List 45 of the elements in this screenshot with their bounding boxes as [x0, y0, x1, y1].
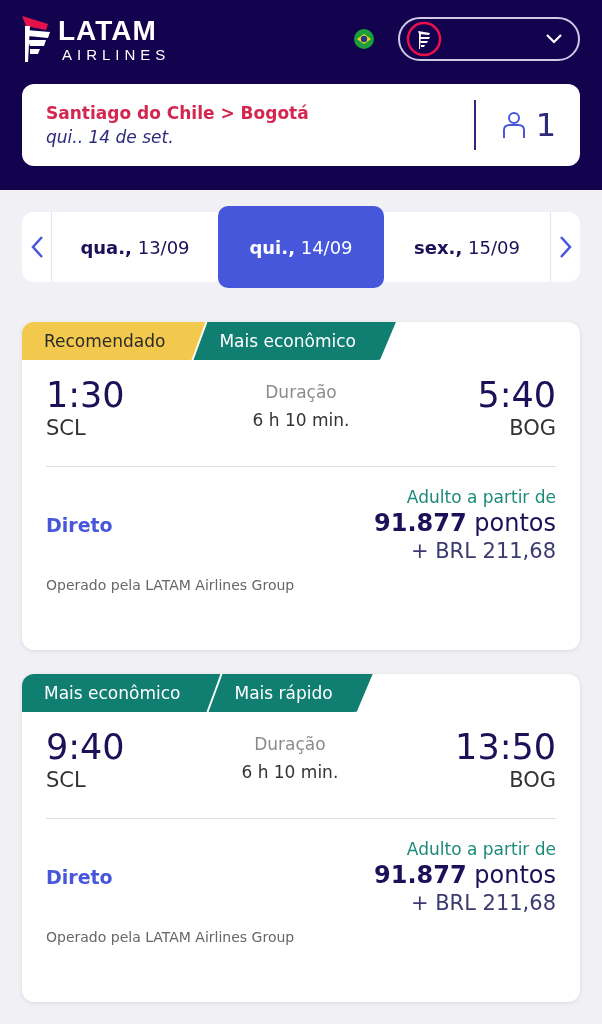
avatar-icon	[406, 21, 442, 57]
points-price: 91.877 pontos	[374, 509, 556, 537]
date-tab[interactable]: sex., 15/09	[384, 212, 550, 282]
flight-tag: Mais econômico	[22, 674, 221, 712]
stops-text: Direto	[46, 514, 113, 536]
date-tab[interactable]: qui., 14/09	[218, 206, 384, 288]
search-summary-card[interactable]: Santiago do Chile > Bogotá qui.. 14 de set. 1	[22, 84, 580, 166]
departure-airport: SCL	[46, 416, 87, 440]
operator-text: Operado pela LATAM Airlines Group	[46, 929, 296, 945]
arrival-airport: BOG	[509, 416, 556, 440]
departure-airport: SCL	[46, 768, 87, 792]
chevron-left-icon	[29, 235, 44, 259]
fare-label: Adulto a partir de	[406, 487, 556, 507]
passenger-count: 1	[535, 106, 556, 144]
date-text: qui.. 14 de set.	[46, 127, 175, 147]
person-icon	[501, 111, 526, 139]
logo-subtext: AIRLINES	[61, 45, 171, 63]
fee-price: + BRL 211,68	[410, 891, 556, 915]
stops-text: Direto	[46, 866, 113, 888]
flight-card[interactable]: Mais econômico Mais rápido 9:40 SCL Duração 6 h 10 min. 13:50 BOG Direto Adulto a partir de 91.877 pontos + BRL 211,68 Operado pela LATAM Airlines Group	[22, 674, 580, 1002]
flight-tag: Mais rápido	[208, 674, 373, 712]
logo-icon	[22, 16, 52, 62]
chevron-right-icon	[558, 235, 573, 259]
flag-icon[interactable]	[354, 29, 374, 49]
account-dropdown[interactable]	[398, 17, 580, 61]
duration-label: Duração	[254, 734, 326, 754]
fee-price: + BRL 211,68	[410, 539, 556, 563]
chevron-down-icon	[546, 34, 562, 44]
fare-label: Adulto a partir de	[406, 839, 556, 859]
duration-label: Duração	[265, 382, 337, 402]
arrival-airport: BOG	[509, 768, 556, 792]
departure-time: 9:40	[46, 726, 125, 768]
arrival-time: 5:40	[477, 374, 556, 416]
logo-text: LATAM	[58, 15, 158, 46]
operator-text: Operado pela LATAM Airlines Group	[46, 577, 296, 593]
arrival-time: 13:50	[455, 726, 556, 768]
points-price: 91.877 pontos	[374, 861, 556, 889]
flight-card[interactable]: Recomendado Mais econômico 1:30 SCL Duração 6 h 10 min. 5:40 BOG Direto Adulto a partir de 91.877 pontos + BRL 211,68 Operado pela LATAM Airlines Group	[22, 322, 580, 650]
route-text: Santiago do Chile > Bogotá	[46, 103, 310, 123]
date-tab[interactable]: qua., 13/09	[52, 212, 218, 282]
flight-tag: Recomendado	[22, 322, 206, 360]
duration-value: 6 h 10 min.	[241, 762, 339, 782]
departure-time: 1:30	[46, 374, 125, 416]
flight-tag: Mais econômico	[193, 322, 396, 360]
duration-value: 6 h 10 min.	[252, 410, 350, 430]
